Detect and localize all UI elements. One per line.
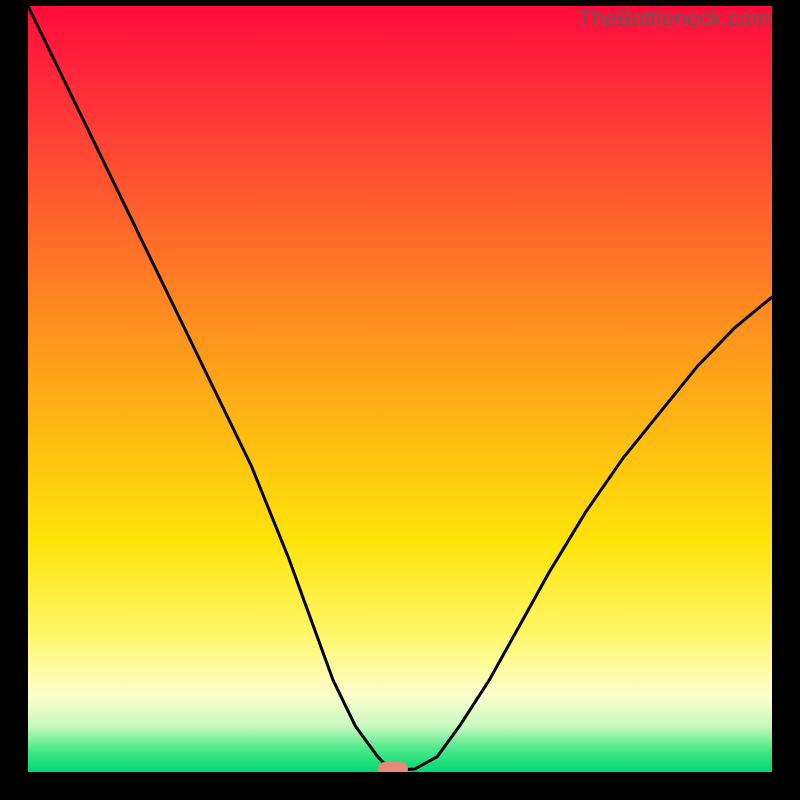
frame-border-right <box>772 0 800 800</box>
bottleneck-curve <box>28 6 772 772</box>
chart-frame: TheBottleneck.com <box>0 0 800 800</box>
plot-area <box>28 6 772 772</box>
frame-border-left <box>0 0 28 800</box>
curve-path <box>28 6 772 770</box>
frame-border-bottom <box>0 772 800 800</box>
watermark-label: TheBottleneck.com <box>578 6 770 32</box>
min-marker <box>378 762 408 772</box>
